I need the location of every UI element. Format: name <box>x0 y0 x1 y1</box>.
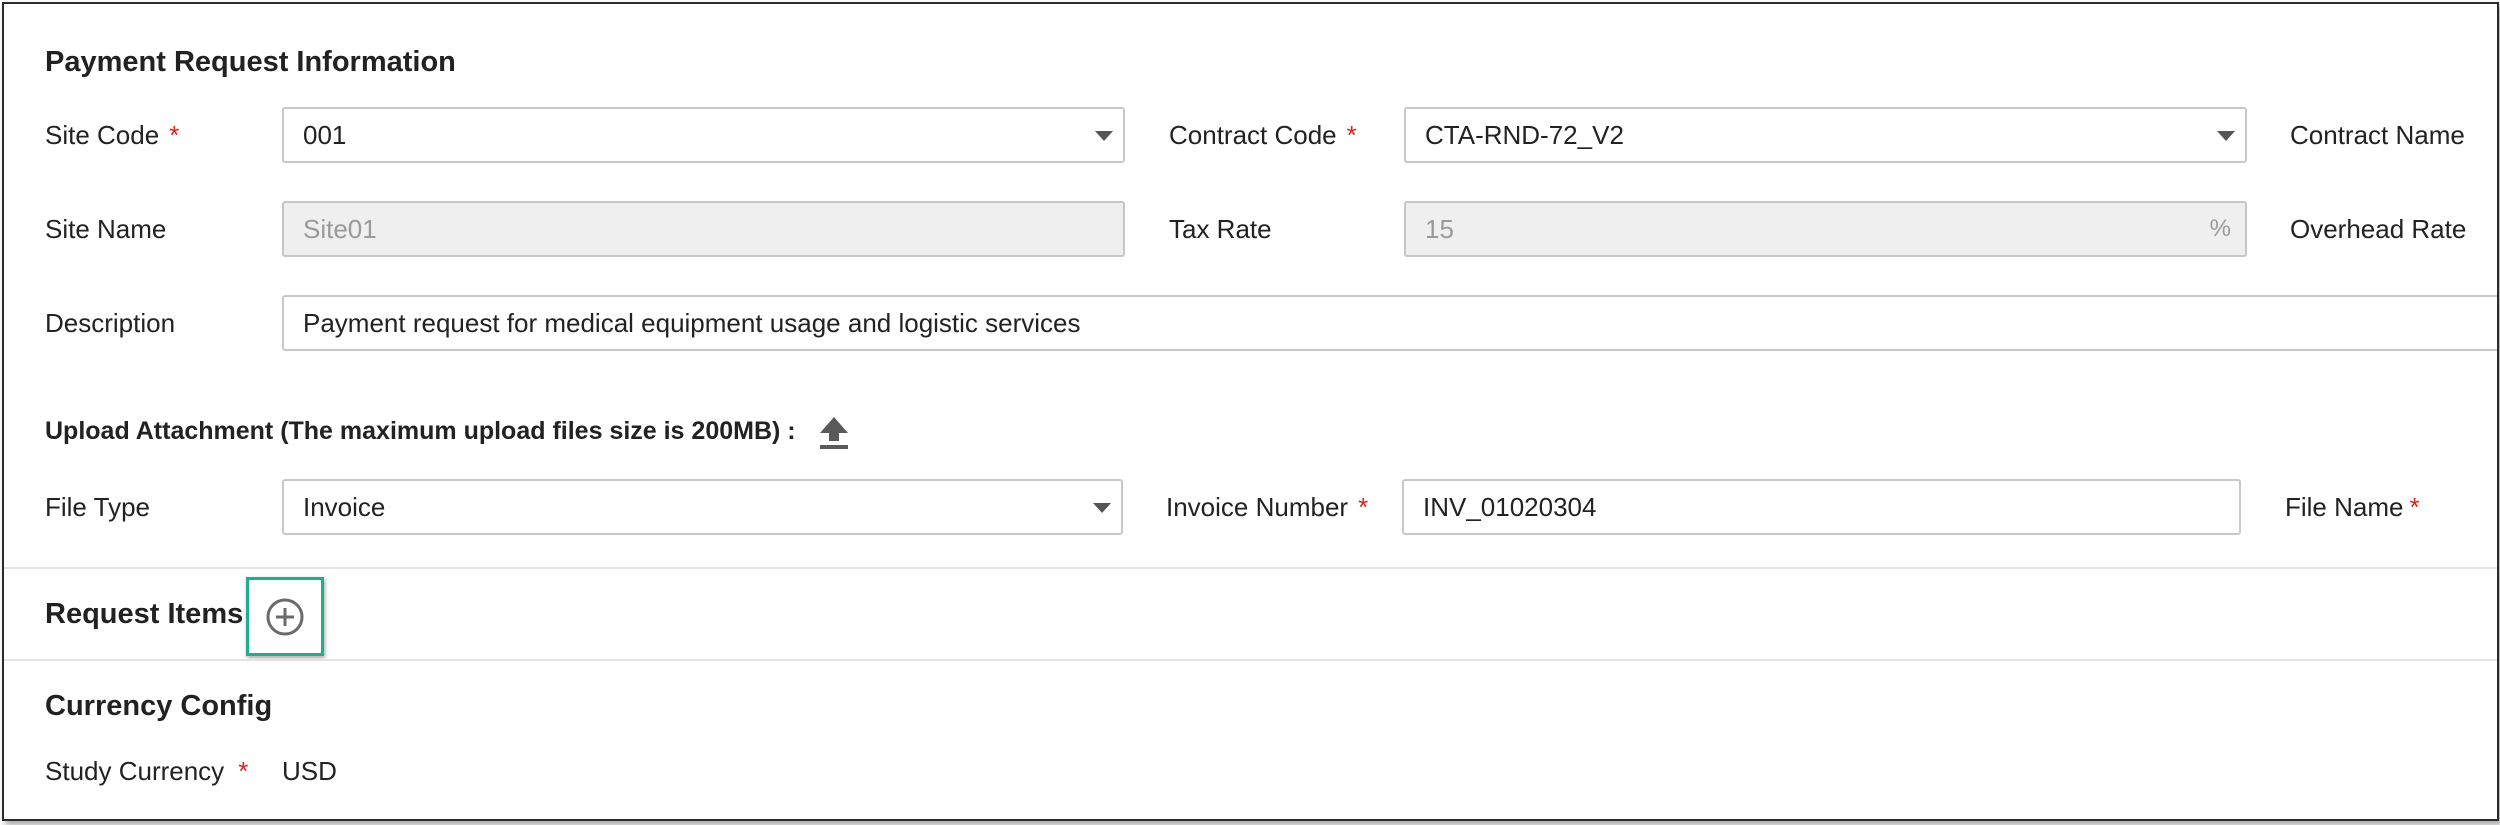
tax-rate-value: 15 <box>1425 213 1454 244</box>
study-currency-value: USD <box>282 756 337 786</box>
required-marker: * <box>169 120 180 150</box>
invoice-number-input[interactable]: INV_01020304 <box>1402 479 2241 535</box>
upload-icon[interactable] <box>818 415 850 451</box>
chevron-down-icon <box>1095 131 1113 141</box>
payment-request-form: Payment Request Information Site Code * 0… <box>2 2 2499 821</box>
contract-name-label: Contract Name <box>2290 120 2465 150</box>
site-name-value: Site01 <box>303 213 377 244</box>
add-circle-icon <box>266 598 304 635</box>
section-title-payment-request: Payment Request Information <box>45 46 456 78</box>
description-label: Description <box>45 308 176 338</box>
site-code-select[interactable]: 001 <box>282 107 1125 163</box>
site-code-label: Site Code * <box>45 120 180 150</box>
invoice-number-value: INV_01020304 <box>1423 491 1597 522</box>
study-currency-label: Study Currency * <box>45 756 249 786</box>
contract-code-select[interactable]: CTA-RND-72_V2 <box>1404 107 2247 163</box>
section-divider <box>4 567 2497 569</box>
site-name-field: Site01 <box>282 201 1125 257</box>
section-divider <box>4 659 2497 661</box>
site-code-value: 001 <box>303 119 347 150</box>
file-name-label: File Name * <box>2285 492 2420 522</box>
description-input[interactable]: Payment request for medical equipment us… <box>282 295 2497 351</box>
section-title-request-items: Request Items <box>45 598 244 630</box>
description-value: Payment request for medical equipment us… <box>303 307 1081 338</box>
required-marker: * <box>1358 492 1369 522</box>
add-request-item-button[interactable] <box>246 577 324 656</box>
chevron-down-icon <box>1093 503 1111 513</box>
file-type-label: File Type <box>45 492 151 522</box>
required-marker: * <box>1346 120 1357 150</box>
required-marker: * <box>2409 492 2420 522</box>
contract-code-value: CTA-RND-72_V2 <box>1425 119 1624 150</box>
file-type-value: Invoice <box>303 491 386 522</box>
site-name-label: Site Name <box>45 214 167 244</box>
tax-rate-label: Tax Rate <box>1169 214 1272 244</box>
invoice-number-label: Invoice Number * <box>1166 492 1369 522</box>
overhead-rate-label: Overhead Rate <box>2290 214 2467 244</box>
percent-suffix: % <box>2209 215 2231 242</box>
required-marker: * <box>238 756 249 786</box>
chevron-down-icon <box>2217 131 2235 141</box>
section-title-currency-config: Currency Config <box>45 690 273 722</box>
file-type-select[interactable]: Invoice <box>282 479 1123 535</box>
contract-code-label: Contract Code * <box>1169 120 1357 150</box>
upload-attachment-label: Upload Attachment (The maximum upload fi… <box>45 417 796 445</box>
tax-rate-field: 15 % <box>1404 201 2247 257</box>
